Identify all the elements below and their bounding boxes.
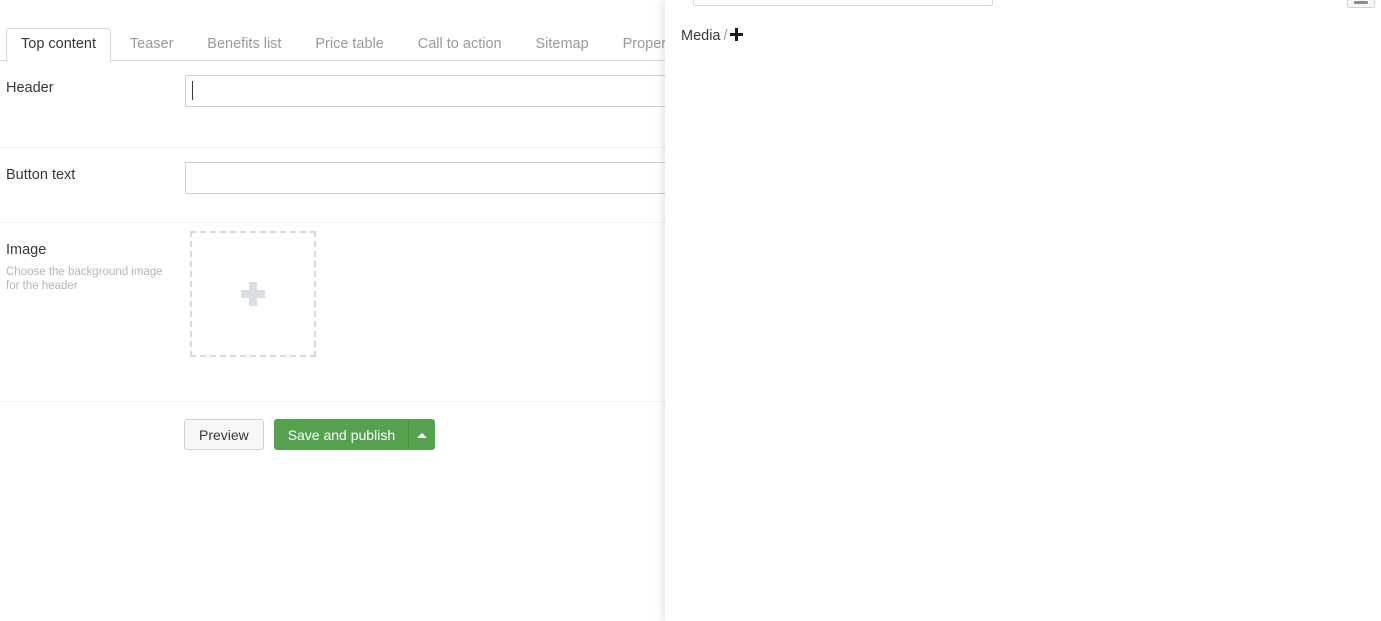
tab-label: Call to action — [417, 36, 502, 52]
tab-label: Top content — [21, 36, 96, 52]
plus-icon[interactable] — [729, 28, 743, 41]
image-dropzone[interactable] — [190, 231, 316, 357]
tab-properties[interactable]: Properties — [608, 28, 665, 61]
plus-icon — [241, 282, 265, 306]
text-caret — [192, 81, 193, 100]
image-label-description: Choose the background image for the head… — [6, 266, 163, 292]
minimize-icon — [1354, 1, 1368, 4]
tab-sitemap[interactable]: Sitemap — [520, 28, 603, 61]
tab-label: Properties — [622, 36, 665, 52]
header-label-text: Header — [6, 80, 54, 96]
button-text-input[interactable] — [185, 162, 665, 194]
editor-action-bar: Preview Save and publish — [184, 419, 436, 450]
media-picker-panel: Media / — [665, 0, 1381, 621]
media-search-wrap — [693, 0, 993, 6]
tab-price-table[interactable]: Price table — [300, 28, 399, 61]
save-options-dropdown-button[interactable] — [408, 419, 436, 450]
header-input[interactable] — [185, 75, 665, 107]
form-row-actions: Preview Save and publish — [0, 402, 665, 482]
image-label-text: Image — [6, 242, 47, 258]
header-field-control — [185, 75, 665, 107]
header-input-wrap — [185, 75, 665, 107]
breadcrumb-root-label[interactable]: Media — [681, 28, 721, 44]
tab-label: Sitemap — [535, 36, 589, 52]
caret-up-icon — [416, 432, 427, 438]
application-root: Top content Teaser Benefits list Price t… — [0, 0, 1381, 621]
content-editor-panel: Top content Teaser Benefits list Price t… — [0, 0, 665, 621]
panel-corner-button[interactable] — [1347, 0, 1375, 8]
header-field-label: Header — [6, 80, 176, 97]
form-row-image: Image Choose the background image for th… — [0, 223, 665, 402]
tab-label: Benefits list — [207, 36, 282, 52]
media-search-input[interactable] — [693, 0, 993, 6]
preview-button[interactable]: Preview — [184, 419, 264, 450]
button-text-field-control — [185, 162, 665, 194]
editor-tab-strip: Top content Teaser Benefits list Price t… — [0, 28, 665, 62]
form-row-header: Header — [0, 61, 665, 148]
tab-benefits-list[interactable]: Benefits list — [192, 28, 296, 61]
button-text-label-text: Button text — [6, 167, 76, 183]
tab-top-content[interactable]: Top content — [6, 28, 111, 62]
save-and-publish-button-group: Save and publish — [273, 419, 436, 450]
image-field-label: Image Choose the background image for th… — [6, 242, 176, 293]
tab-label: Teaser — [129, 36, 174, 52]
tab-call-to-action[interactable]: Call to action — [403, 28, 517, 61]
form-row-button-text: Button text — [0, 148, 665, 223]
media-breadcrumb: Media / — [681, 27, 743, 46]
tab-label: Price table — [315, 36, 384, 52]
save-and-publish-button[interactable]: Save and publish — [273, 419, 410, 450]
button-text-field-label: Button text — [6, 167, 176, 184]
tab-teaser[interactable]: Teaser — [115, 28, 189, 61]
top-content-form: Header Button text Image Choose the back… — [0, 61, 665, 621]
breadcrumb-separator: / — [723, 28, 728, 44]
button-text-input-wrap — [185, 162, 665, 194]
